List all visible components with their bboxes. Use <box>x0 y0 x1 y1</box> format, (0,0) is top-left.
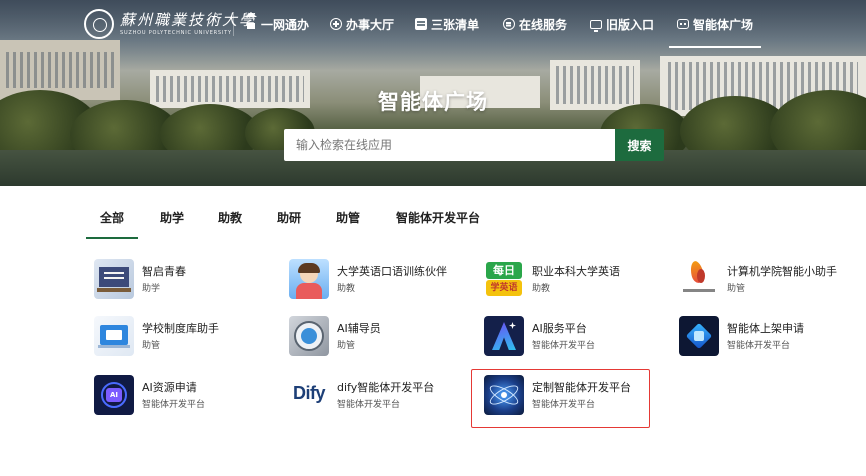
app-title: dify智能体开发平台 <box>337 381 435 394</box>
app-card-dify-platform[interactable]: Dify dify智能体开发平台 智能体开发平台 <box>289 373 469 419</box>
tab-all[interactable]: 全部 <box>85 209 139 239</box>
tab-zhuxue[interactable]: 助学 <box>160 209 184 239</box>
app-title: 计算机学院智能小助手 <box>727 265 837 278</box>
university-seal-icon <box>84 9 114 39</box>
search-bar: 搜索 <box>284 129 664 161</box>
page-title: 智能体广场 <box>378 90 488 114</box>
monitor-icon <box>590 19 602 32</box>
nav-item-label: 三张清单 <box>431 17 480 32</box>
app-category: 智能体开发平台 <box>337 400 401 410</box>
tab-zhuyan[interactable]: 助研 <box>277 209 301 239</box>
app-card-cs-assistant[interactable]: 计算机学院智能小助手 助管 <box>679 257 859 303</box>
nav-item-zhinengti-guangchang[interactable]: 智能体广场 <box>668 14 762 48</box>
app-card-agent-listing-request[interactable]: 智能体上架申请 智能体开发平台 <box>679 314 859 360</box>
app-title: 大学英语口语训练伙伴 <box>337 265 447 278</box>
app-card-zhiqi-qingchun[interactable]: 智启青春 助学 <box>94 257 274 303</box>
tab-zhujiao[interactable]: 助教 <box>218 209 242 239</box>
nav-divider <box>233 12 234 36</box>
search-input[interactable] <box>284 129 615 161</box>
app-title: AI资源申请 <box>142 381 197 394</box>
ai-chip-icon: AI <box>94 375 134 415</box>
plus-circle-icon <box>330 18 342 30</box>
app-category: 智能体开发平台 <box>142 400 206 410</box>
app-title: 学校制度库助手 <box>142 322 219 335</box>
app-title: 职业本科大学英语 <box>532 265 620 278</box>
nav-item-label: 一网通办 <box>261 17 310 32</box>
logo-english-name: SUZHOU POLYTECHNIC UNIVERSITY <box>120 30 232 36</box>
cube-icon <box>679 316 719 356</box>
search-button[interactable]: 搜索 <box>615 129 664 161</box>
nav-item-zaixian-fuwu[interactable]: 在线服务 <box>503 14 567 34</box>
logo-chinese-name: 蘇州職業技術大學 <box>120 11 257 29</box>
app-title: 智启青春 <box>142 265 186 278</box>
tab-zhuguan[interactable]: 助管 <box>336 209 360 239</box>
icon-text: 学英语 <box>486 280 522 296</box>
robot-icon <box>677 19 689 29</box>
dify-logo-icon: Dify <box>289 375 329 415</box>
nav-item-banshi-dating[interactable]: 办事大厅 <box>330 14 394 34</box>
app-title: AI服务平台 <box>532 322 587 335</box>
app-category: 智能体开发平台 <box>727 341 791 351</box>
books-icon <box>94 259 134 299</box>
app-card-vocational-english[interactable]: 每日 学英语 职业本科大学英语 助教 <box>484 257 664 303</box>
top-nav: 蘇州職業技術大學 SUZHOU POLYTECHNIC UNIVERSITY 一… <box>0 0 866 48</box>
hero-building-windows <box>6 52 114 88</box>
nav-item-label: 旧版入口 <box>606 17 655 32</box>
list-icon <box>415 18 427 30</box>
home-icon <box>245 12 257 30</box>
ai-sparkle-icon <box>484 316 524 356</box>
logo-text: 蘇州職業技術大學 SUZHOU POLYTECHNIC UNIVERSITY <box>120 11 256 37</box>
nav-item-label: 办事大厅 <box>346 17 395 32</box>
laptop-book-icon <box>94 316 134 356</box>
app-card-english-speaking-partner[interactable]: 大学英语口语训练伙伴 助教 <box>289 257 469 303</box>
highlight-box <box>471 369 650 428</box>
app-title: 智能体上架申请 <box>727 322 804 335</box>
app-category: 助管 <box>142 341 161 351</box>
icon-text: AI <box>106 388 122 402</box>
app-card-ai-counselor[interactable]: AI辅导员 助管 <box>289 314 469 360</box>
nav-item-label: 在线服务 <box>519 17 568 32</box>
nav-item-label: 智能体广场 <box>693 17 754 32</box>
icon-text: Dify <box>292 383 326 403</box>
daily-english-icon: 每日 学英语 <box>484 259 524 299</box>
app-card-regulation-assistant[interactable]: 学校制度库助手 助管 <box>94 314 274 360</box>
university-logo[interactable]: 蘇州職業技術大學 SUZHOU POLYTECHNIC UNIVERSITY <box>84 9 256 39</box>
app-title: AI辅导员 <box>337 322 381 335</box>
icon-text: 每日 <box>486 262 522 279</box>
flame-logo-icon <box>679 259 719 299</box>
app-card-ai-resource-request[interactable]: AI AI资源申请 智能体开发平台 <box>94 373 274 419</box>
tab-agent-dev-platform[interactable]: 智能体开发平台 <box>396 209 480 239</box>
cartoon-student-icon <box>289 259 329 299</box>
chat-icon <box>503 18 515 30</box>
robot-head-icon <box>289 316 329 356</box>
app-category: 助教 <box>337 284 356 294</box>
app-category: 助管 <box>337 341 356 351</box>
nav-item-jiuban-rukou[interactable]: 旧版入口 <box>590 14 654 34</box>
app-category: 助学 <box>142 284 161 294</box>
nav-item-sanzhang-qingdan[interactable]: 三张清单 <box>415 14 479 34</box>
app-category: 助教 <box>532 284 551 294</box>
app-category: 助管 <box>727 284 746 294</box>
app-card-ai-service-platform[interactable]: AI服务平台 智能体开发平台 <box>484 314 664 360</box>
app-category: 智能体开发平台 <box>532 341 596 351</box>
nav-item-yiwangtongban[interactable]: 一网通办 <box>245 12 310 34</box>
